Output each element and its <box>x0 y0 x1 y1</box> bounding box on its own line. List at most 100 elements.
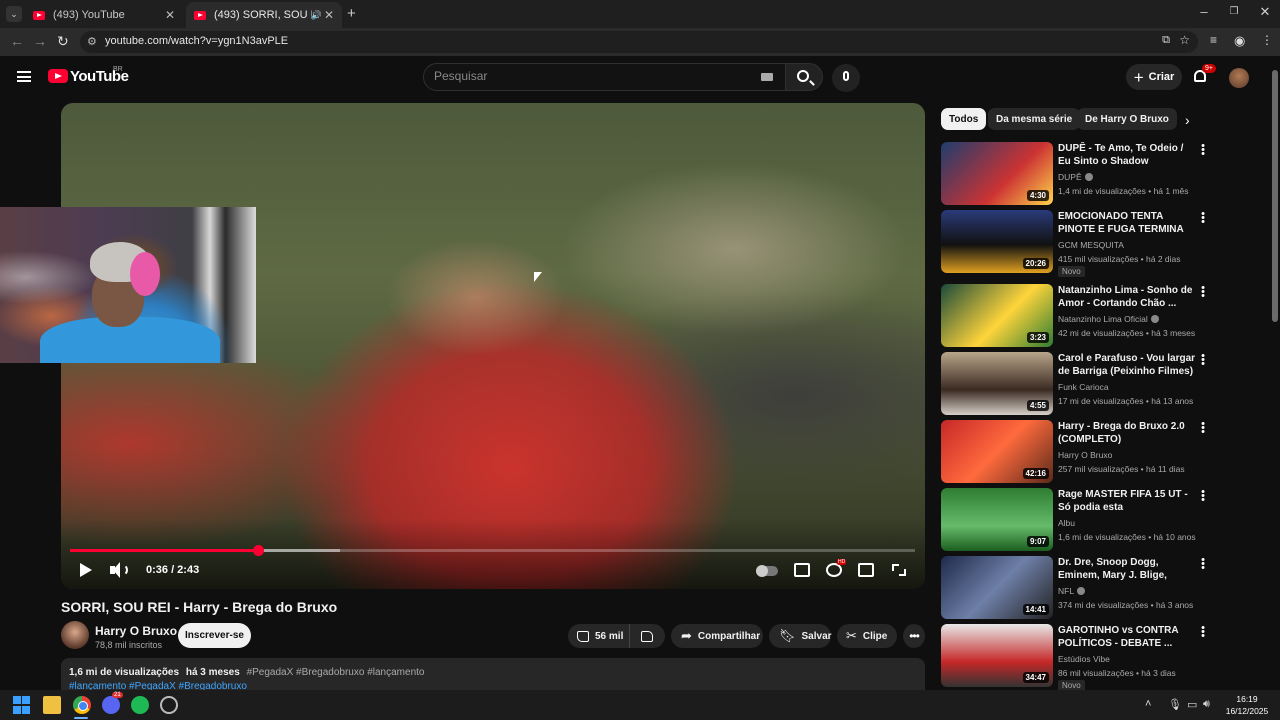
volume-tray-icon[interactable]: 🔊︎ <box>1203 698 1210 711</box>
spotify-icon[interactable] <box>131 696 149 714</box>
volume-icon[interactable] <box>108 562 130 578</box>
app-icon[interactable] <box>160 696 178 714</box>
dislike-button[interactable] <box>630 630 664 642</box>
close-window-icon[interactable]: ✕ <box>1250 4 1280 20</box>
media-control-icon[interactable]: ≡ <box>1210 33 1217 47</box>
recommendation-item[interactable]: 4:30 DUPÊ - Te Amo, Te Odeio / Eu Sinto o… <box>941 141 1211 208</box>
site-info-icon[interactable]: ⚙ <box>87 35 97 48</box>
youtube-logo-icon[interactable] <box>48 69 68 83</box>
chip-same-series[interactable]: Da mesma série <box>988 108 1081 130</box>
browser-tab-video[interactable]: (493) SORRI, SOU REI - Harr 🔊 ✕ <box>186 2 342 28</box>
microphone-tray-icon[interactable]: 🎙︎ <box>1168 698 1182 711</box>
tab-search-button[interactable]: ⌄ <box>6 6 22 22</box>
new-tab-button[interactable]: + <box>347 5 356 22</box>
settings-gear-icon[interactable]: HD <box>826 559 847 577</box>
more-options-icon[interactable]: • • • <box>1199 555 1207 574</box>
close-tab-icon[interactable]: ✕ <box>324 8 334 22</box>
recommendation-item[interactable]: 9:07 Rage MASTER FIFA 15 UT - Só podia es… <box>941 487 1211 554</box>
recommendation-title[interactable]: Rage MASTER FIFA 15 UT - Só podia esta d… <box>1058 488 1196 514</box>
audio-playing-icon[interactable]: 🔊 <box>311 10 322 21</box>
recommendation-channel[interactable]: Funk Carioca <box>1058 382 1109 392</box>
search-button[interactable] <box>785 63 823 91</box>
chip-from-channel[interactable]: De Harry O Bruxo <box>1077 108 1177 130</box>
recommendation-title[interactable]: GAROTINHO vs CONTRA POLÍTICOS - DEBATE .… <box>1058 624 1196 650</box>
recommendation-title[interactable]: DUPÊ - Te Amo, Te Odeio / Eu Sinto o Sha… <box>1058 142 1196 168</box>
install-app-icon[interactable]: ⧉ <box>1162 34 1170 47</box>
reload-icon[interactable]: ↻ <box>57 33 69 50</box>
progress-bar[interactable] <box>70 545 915 556</box>
subscribe-button[interactable]: Inscrever-se <box>178 623 251 648</box>
chrome-icon[interactable] <box>73 696 91 714</box>
recommendation-title[interactable]: Harry - Brega do Bruxo 2.0 (COMPLETO) <box>1058 420 1196 446</box>
recommendation-item[interactable]: 14:41 Dr. Dre, Snoop Dogg, Eminem, Mary J… <box>941 555 1211 622</box>
restore-icon[interactable]: ❐ <box>1219 6 1249 17</box>
discord-icon[interactable]: 21 <box>102 692 123 714</box>
search-box[interactable] <box>423 63 786 91</box>
network-icon[interactable]: ▭ <box>1187 698 1197 711</box>
recommendation-item[interactable]: 20:26 EMOCIONADO TENTA PINOTE E FUGA TERM… <box>941 209 1211 277</box>
video-thumbnail[interactable]: 4:55 <box>941 352 1053 415</box>
close-tab-icon[interactable]: ✕ <box>165 8 175 22</box>
back-icon[interactable]: ← <box>10 33 24 49</box>
fullscreen-icon[interactable] <box>891 563 907 577</box>
scrollbar-thumb[interactable] <box>1272 70 1278 322</box>
more-options-icon[interactable]: • • • <box>1199 209 1207 228</box>
menu-icon[interactable] <box>17 71 31 82</box>
channel-name[interactable]: Harry O Bruxo <box>95 624 177 638</box>
recommendation-title[interactable]: Carol e Parafuso - Vou largar de Barriga… <box>1058 352 1196 378</box>
avatar[interactable] <box>1229 68 1249 88</box>
browser-menu-icon[interactable]: ⋮ <box>1261 33 1273 47</box>
voice-search-button[interactable] <box>832 64 860 92</box>
more-actions-icon[interactable]: ••• <box>903 624 925 648</box>
subtitles-icon[interactable] <box>794 563 810 577</box>
clip-button[interactable]: ✂ Clipe <box>837 624 897 648</box>
create-button[interactable]: + Criar <box>1126 64 1182 90</box>
video-thumbnail[interactable]: 34:47 <box>941 624 1053 687</box>
system-clock[interactable]: 16:19 16/12/2025 <box>1222 693 1272 717</box>
file-explorer-icon[interactable] <box>43 696 61 714</box>
like-button[interactable]: 56 mil <box>568 624 630 648</box>
more-options-icon[interactable]: • • • <box>1199 283 1207 302</box>
search-input[interactable] <box>434 69 754 83</box>
video-thumbnail[interactable]: 14:41 <box>941 556 1053 619</box>
recommendation-title[interactable]: Natanzinho Lima - Sonho de Amor - Cortan… <box>1058 284 1196 310</box>
theater-mode-icon[interactable] <box>858 563 874 577</box>
browser-tab-youtube[interactable]: (493) YouTube ✕ <box>25 2 183 28</box>
more-options-icon[interactable]: • • • <box>1199 623 1207 642</box>
autoplay-toggle[interactable] <box>756 565 778 577</box>
notifications-button[interactable]: 9+ <box>1192 64 1216 86</box>
video-thumbnail[interactable]: 20:26 <box>941 210 1053 273</box>
scrubber-handle[interactable] <box>252 545 264 556</box>
recommendation-channel[interactable]: Harry O Bruxo <box>1058 450 1112 460</box>
recommendation-item[interactable]: 3:23 Natanzinho Lima - Sonho de Amor - Co… <box>941 283 1211 350</box>
recommendation-item[interactable]: 34:47 GAROTINHO vs CONTRA POLÍTICOS - DEB… <box>941 623 1211 691</box>
video-thumbnail[interactable]: 9:07 <box>941 488 1053 551</box>
recommendation-channel[interactable]: Albu <box>1058 518 1075 528</box>
video-thumbnail[interactable]: 4:30 <box>941 142 1053 205</box>
scrollbar[interactable] <box>1272 60 1278 690</box>
save-button[interactable]: 🔖︎ Salvar <box>769 624 832 648</box>
recommendation-title[interactable]: Dr. Dre, Snoop Dogg, Eminem, Mary J. Bli… <box>1058 556 1196 582</box>
forward-icon[interactable]: → <box>33 33 47 49</box>
minimize-icon[interactable]: – <box>1189 4 1219 19</box>
channel-avatar[interactable] <box>61 621 89 649</box>
more-options-icon[interactable]: • • • <box>1199 419 1207 438</box>
video-thumbnail[interactable]: 3:23 <box>941 284 1053 347</box>
keyboard-icon[interactable] <box>761 73 773 81</box>
video-thumbnail[interactable]: 42:16 <box>941 420 1053 483</box>
chevron-right-icon[interactable]: › <box>1185 112 1190 128</box>
recommendation-channel[interactable]: Natanzinho Lima Oficial <box>1058 314 1159 324</box>
share-button[interactable]: ➦ Compartilhar <box>671 624 763 648</box>
recommendation-title[interactable]: EMOCIONADO TENTA PINOTE E FUGA TERMINA C… <box>1058 210 1196 236</box>
more-options-icon[interactable]: • • • <box>1199 351 1207 370</box>
play-icon[interactable] <box>76 562 98 578</box>
more-options-icon[interactable]: • • • <box>1199 487 1207 506</box>
more-options-icon[interactable]: • • • <box>1199 141 1207 160</box>
address-bar[interactable]: ⚙ youtube.com/watch?v=ygn1N3avPLE ⧉ ☆ <box>80 31 1198 53</box>
bookmark-star-icon[interactable]: ☆ <box>1179 33 1190 47</box>
chip-todos[interactable]: Todos <box>941 108 987 130</box>
recommendation-channel[interactable]: NFL <box>1058 586 1086 596</box>
recommendation-channel[interactable]: DUPÊ <box>1058 172 1093 182</box>
recommendation-channel[interactable]: GCM MESQUITA <box>1058 240 1124 250</box>
profile-icon[interactable]: ◉ <box>1234 33 1245 49</box>
